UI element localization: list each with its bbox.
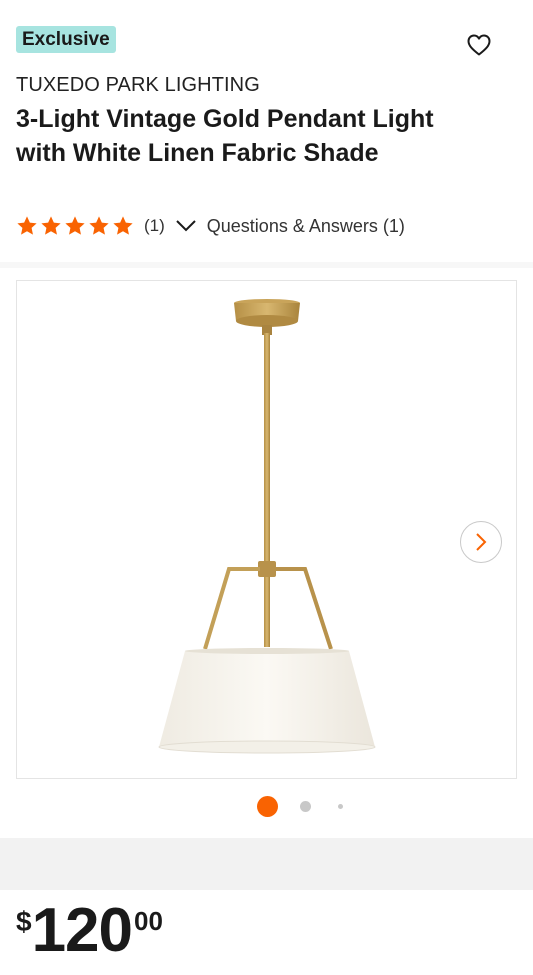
star-icon [89, 216, 109, 235]
divider [0, 262, 533, 268]
questions-answers-link[interactable]: Questions & Answers (1) [207, 216, 405, 237]
rating-row: (1) Questions & Answers (1) [16, 212, 405, 240]
review-count[interactable]: (1) [144, 216, 165, 236]
exclusive-badge: Exclusive [16, 26, 116, 53]
brand-name[interactable]: TUXEDO PARK LIGHTING [16, 74, 260, 97]
pagination-dot[interactable] [338, 804, 343, 809]
chevron-down-icon[interactable] [175, 215, 197, 237]
section-divider [0, 838, 533, 890]
pendant-light-image [158, 299, 376, 754]
heart-outline-icon [467, 34, 491, 56]
product-title: 3-Light Vintage Gold Pendant Light with … [16, 105, 434, 167]
price-currency: $ [16, 906, 32, 937]
star-icon [65, 216, 85, 235]
star-rating[interactable] [16, 215, 134, 237]
next-image-button[interactable] [460, 521, 502, 563]
star-icon [17, 216, 37, 235]
pagination-dot[interactable] [300, 801, 311, 812]
exclusive-badge-label: Exclusive [22, 28, 110, 50]
gallery-pagination [0, 796, 533, 818]
star-icon [113, 216, 133, 235]
price-cents: 00 [134, 906, 163, 936]
price-dollars: 120 [31, 896, 133, 965]
star-icon [41, 216, 61, 235]
product-price: $ 120 00 [16, 896, 163, 966]
favorite-button[interactable] [464, 30, 494, 60]
chevron-right-icon [476, 533, 487, 551]
pagination-dot-active[interactable] [257, 796, 278, 817]
product-image-gallery[interactable] [16, 280, 517, 779]
